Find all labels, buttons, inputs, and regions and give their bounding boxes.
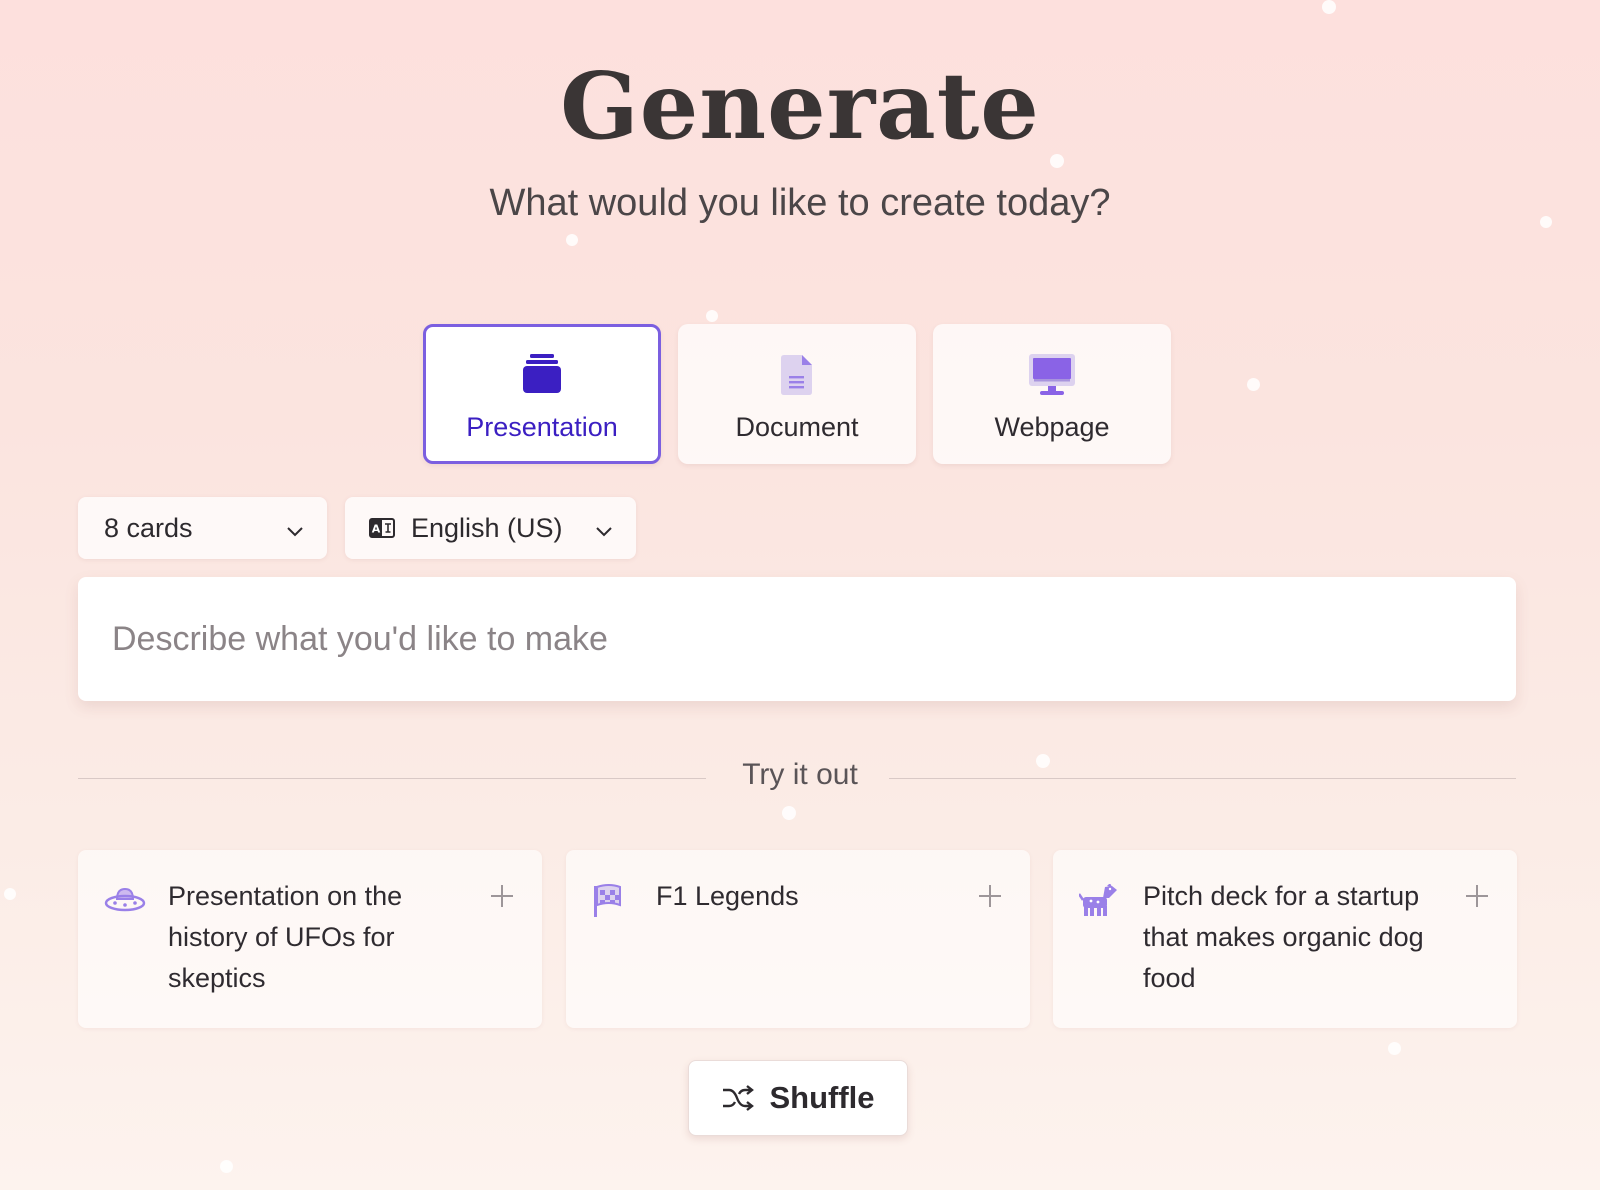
example-text: Presentation on the history of UFOs for …: [168, 881, 403, 993]
type-webpage-label: Webpage: [994, 412, 1110, 442]
divider-line-left: [78, 778, 706, 779]
monitor-icon: [1029, 352, 1075, 398]
presentation-stack-icon: [521, 352, 563, 398]
shuffle-button[interactable]: Shuffle: [688, 1060, 908, 1136]
type-document-label: Document: [735, 412, 859, 442]
add-example-plus-icon[interactable]: [1465, 884, 1489, 913]
shuffle-icon: [721, 1083, 755, 1113]
sparkle-dot: [566, 234, 578, 246]
document-icon: [781, 352, 813, 398]
sparkle-dot: [782, 806, 796, 820]
chevron-down-icon: [594, 517, 614, 548]
ufo-icon: [104, 884, 146, 918]
svg-text:A: A: [372, 523, 381, 536]
shuffle-label: Shuffle: [769, 1080, 875, 1115]
type-presentation-button[interactable]: Presentation: [423, 324, 661, 464]
add-example-plus-icon[interactable]: [490, 884, 514, 913]
example-text: F1 Legends: [656, 881, 799, 911]
divider-line-right: [889, 778, 1516, 779]
sparkle-dot: [706, 310, 718, 322]
checkered-flag-icon: [592, 884, 634, 918]
type-presentation-label: Presentation: [466, 412, 618, 442]
prompt-input[interactable]: [78, 577, 1516, 701]
language-select[interactable]: A English (US): [345, 497, 636, 559]
example-text: Pitch deck for a startup that makes orga…: [1143, 881, 1424, 993]
sparkle-dot: [4, 888, 16, 900]
add-example-plus-icon[interactable]: [978, 884, 1002, 913]
sparkle-dot: [220, 1160, 233, 1173]
card-count-value: 8 cards: [104, 512, 193, 543]
example-card-dog-food[interactable]: Pitch deck for a startup that makes orga…: [1053, 850, 1517, 1028]
card-count-select[interactable]: 8 cards: [78, 497, 327, 559]
translate-icon: A: [369, 518, 395, 538]
sparkle-dot: [1036, 754, 1050, 768]
sparkle-dot: [1322, 0, 1336, 14]
type-document-button[interactable]: Document: [678, 324, 916, 464]
page-subtitle: What would you like to create today?: [489, 182, 1111, 224]
example-card-f1[interactable]: F1 Legends: [566, 850, 1030, 1028]
sparkle-dot: [1247, 378, 1260, 391]
chevron-down-icon: [285, 517, 305, 548]
type-webpage-button[interactable]: Webpage: [933, 324, 1171, 464]
sparkle-dot: [1388, 1042, 1401, 1055]
dog-icon: [1077, 883, 1121, 918]
page-title: Generate: [560, 52, 1040, 160]
language-value: English (US): [411, 512, 563, 543]
example-card-ufo[interactable]: Presentation on the history of UFOs for …: [78, 850, 542, 1028]
try-it-out-label: Try it out: [742, 758, 858, 791]
